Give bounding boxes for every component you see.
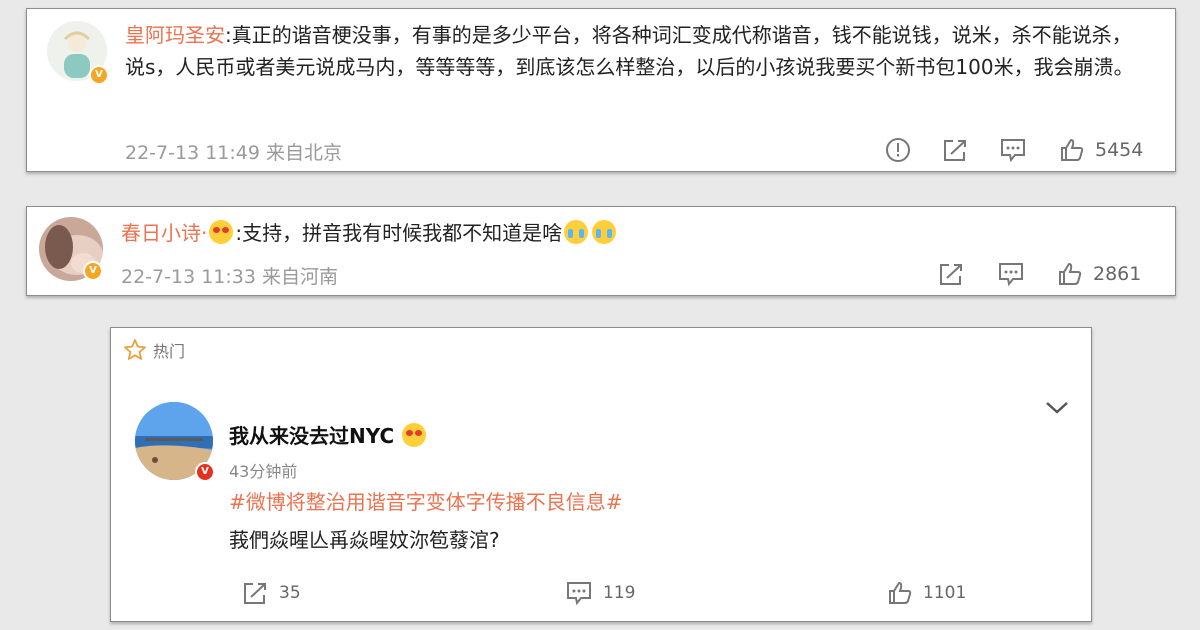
verified-badge: V [89, 65, 109, 85]
verified-badge: V [83, 261, 103, 281]
share-icon [244, 583, 266, 604]
comment-body: 春日小诗· :支持，拼音我有时候我都不知道是啥 [121, 217, 1021, 249]
post-comment-button[interactable]: 119 [565, 580, 635, 606]
verified-badge: V [195, 462, 215, 482]
like-count: 2861 [1093, 263, 1142, 285]
comment-username[interactable]: 春日小诗· [121, 221, 207, 245]
crying-emoji [592, 220, 617, 244]
heart-eyes-emoji [402, 422, 427, 447]
comment-text: :真正的谐音梗没事，有事的是多少平台，将各种词汇变成代称谐音，钱不能说钱，说米，… [125, 23, 1134, 79]
comment-button[interactable] [997, 261, 1025, 287]
comment-count: 119 [603, 583, 636, 603]
comment-icon [1001, 139, 1025, 163]
comment-icon [567, 582, 591, 606]
hot-label: 热门 [153, 342, 186, 361]
comment-body: 皇阿玛圣安:真正的谐音梗没事，有事的是多少平台，将各种词汇变成代称谐音，钱不能说… [125, 19, 1145, 83]
comment-text: :支持，拼音我有时候我都不知道是啥 [235, 221, 563, 245]
post-time: 43分钟前 [229, 462, 298, 481]
comment-meta: 22-7-13 11:33 来自河南 [121, 266, 338, 288]
repost-count: 35 [279, 583, 301, 603]
comment-icon [999, 263, 1023, 287]
share-icon [940, 264, 962, 285]
like-count: 5454 [1095, 139, 1144, 161]
like-icon [1061, 138, 1084, 161]
hot-section-header: 热门 [123, 338, 185, 362]
comment-username[interactable]: 皇阿玛圣安 [125, 23, 225, 47]
heart-eyes-emoji [209, 220, 234, 244]
post-hashtag[interactable]: #微博将整治用谐音字变体字传播不良信息# [229, 486, 623, 515]
post-author-row: 我从来没去过NYC [229, 420, 428, 449]
like-icon [889, 581, 912, 604]
comment-button[interactable] [999, 137, 1027, 163]
comment-meta: 22-7-13 11:49 来自北京 [125, 142, 342, 164]
like-count: 1101 [923, 583, 967, 603]
crying-emoji [564, 220, 589, 244]
comment-card-1: V 皇阿玛圣安:真正的谐音梗没事，有事的是多少平台，将各种词汇变成代称谐音，钱不… [26, 8, 1176, 172]
share-button[interactable] [941, 137, 969, 163]
post-username[interactable]: 我从来没去过NYC [229, 420, 394, 449]
share-button[interactable] [937, 261, 965, 287]
star-icon [124, 339, 146, 360]
like-button[interactable]: 5454 [1059, 137, 1143, 163]
post-body: 莪們焱暒亾爯焱暒妏沵笣蕟涫? [229, 528, 500, 552]
repost-button[interactable]: 35 [241, 580, 301, 606]
chevron-down-icon[interactable] [1043, 398, 1071, 418]
share-icon [944, 140, 966, 161]
hot-post-card: 热门 V 我从来没去过NYC 43分钟前 #微博将整治用谐音字变体字传播不良信息… [110, 327, 1092, 622]
report-icon [886, 138, 910, 162]
like-icon [1059, 262, 1082, 285]
post-like-button[interactable]: 1101 [887, 580, 966, 606]
like-button[interactable]: 2861 [1057, 261, 1141, 287]
comment-card-2: V 春日小诗· :支持，拼音我有时候我都不知道是啥 22-7-13 11:33 来… [26, 206, 1176, 296]
report-button[interactable] [885, 137, 911, 163]
